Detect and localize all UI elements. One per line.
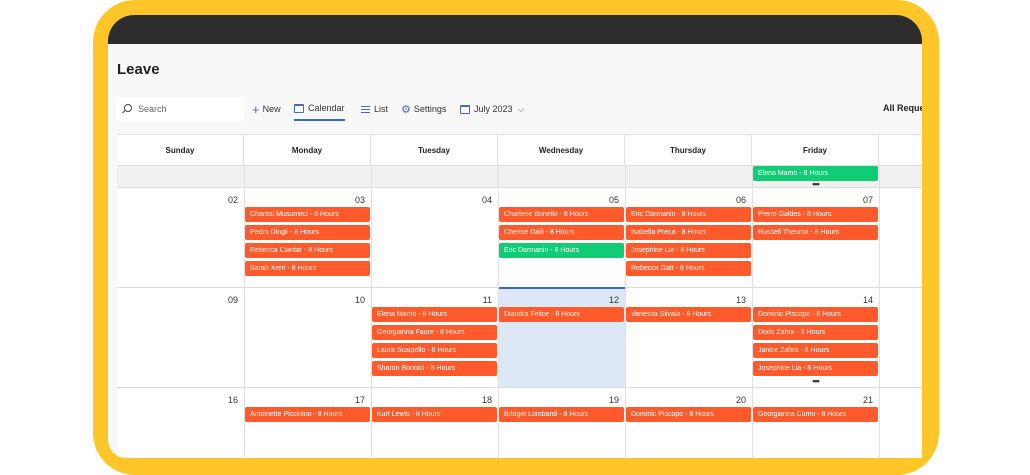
leave-event[interactable]: Vanessa Silvala - 8 Hours — [626, 307, 751, 322]
more-events-button[interactable]: ••• — [753, 377, 878, 386]
leave-event[interactable]: Kurt Lewis - 8 Hours — [372, 407, 497, 422]
leave-event[interactable]: Antoinette Piccinino - 8 Hours — [245, 407, 370, 422]
leave-event[interactable]: Dominic Piscopo - 8 Hours — [626, 407, 751, 422]
column-divider — [244, 165, 245, 458]
leave-event[interactable]: Dominic Piscopo - 8 Hours — [753, 307, 878, 322]
date-number[interactable]: 12 — [599, 295, 619, 305]
date-number[interactable]: 06 — [726, 195, 746, 205]
leave-event[interactable]: Elena Mamo - 8 Hours — [372, 307, 497, 322]
day-header-tuesday: Tuesday — [371, 135, 498, 165]
leave-event[interactable]: Laura Scalpello - 8 Hours — [372, 343, 497, 358]
date-number[interactable]: 13 — [726, 295, 746, 305]
leave-event[interactable]: Eric Darmanin - 8 Hours — [499, 243, 624, 258]
leave-event[interactable]: Janice Zahra - 8 Hours — [753, 343, 878, 358]
calendar-icon — [460, 104, 470, 114]
date-number[interactable]: 03 — [345, 195, 365, 205]
column-divider — [879, 165, 880, 458]
gear-icon: ⚙ — [401, 103, 411, 116]
date-number[interactable]: 14 — [853, 295, 873, 305]
day-header-sunday: Sunday — [117, 135, 244, 165]
command-bar: Search + New Calendar List ⚙ Settings Ju… — [108, 95, 922, 127]
date-number[interactable]: 10 — [345, 295, 365, 305]
day-header-friday: Friday — [752, 135, 879, 165]
month-label: July 2023 — [474, 104, 513, 114]
date-number[interactable]: 09 — [218, 295, 238, 305]
month-selector[interactable]: July 2023 ⌵ — [460, 97, 524, 121]
date-number[interactable]: 19 — [599, 395, 619, 405]
list-label: List — [374, 104, 389, 114]
leave-event[interactable]: Charlene Bonello - 8 Hours — [499, 207, 624, 222]
column-divider — [371, 165, 372, 458]
leave-event[interactable]: Rebecca Gatt - 8 Hours — [626, 261, 751, 276]
day-header-monday: Monday — [244, 135, 371, 165]
leave-event[interactable]: Russell Theuma - 8 Hours — [753, 225, 878, 240]
calendar-grid: Sunday Monday Tuesday Wednesday Thursday Frid… — [117, 134, 922, 458]
leave-event[interactable]: Eric Darmanin - 8 Hours — [626, 207, 751, 222]
search-icon — [122, 104, 132, 114]
leave-event[interactable]: Sharon Bonnici - 8 Hours — [372, 361, 497, 376]
date-number[interactable]: 02 — [218, 195, 238, 205]
tab-calendar[interactable]: Calendar — [294, 97, 345, 121]
calendar-label: Calendar — [308, 103, 345, 113]
day-header-wednesday: Wednesday — [498, 135, 625, 165]
leave-event[interactable]: Josephine Lia - 8 Hours — [753, 361, 878, 376]
leave-event[interactable]: Pedro Dingli - 8 Hours — [245, 225, 370, 240]
leave-event[interactable]: Sarah Xerri - 8 Hours — [245, 261, 370, 276]
settings-label: Settings — [413, 104, 447, 114]
leave-event[interactable]: Doris Zahra - 8 Hours — [753, 325, 878, 340]
column-divider — [752, 165, 753, 458]
date-number[interactable]: 16 — [218, 395, 238, 405]
column-divider — [498, 165, 499, 458]
week-divider — [117, 187, 922, 188]
column-divider — [625, 165, 626, 458]
leave-event[interactable]: Georgianna Curmi - 8 Hours — [753, 407, 878, 422]
title-bar — [108, 15, 922, 44]
page-title: Leave — [117, 61, 160, 78]
search-placeholder: Search — [138, 104, 167, 114]
view-filter[interactable]: All Reques — [883, 103, 922, 113]
leave-event[interactable]: Chantal Musumeci - 8 Hours — [245, 207, 370, 222]
leave-event[interactable]: Rebecca Ciantar - 8 Hours — [245, 243, 370, 258]
week-divider — [117, 387, 922, 388]
calendar-icon — [294, 103, 304, 113]
app-window: Leave Search + New Calendar List ⚙ Setti… — [108, 15, 922, 458]
date-number[interactable]: 07 — [853, 195, 873, 205]
search-input[interactable]: Search — [116, 97, 244, 121]
leave-event[interactable]: Cherise Dalli - 8 Hours — [499, 225, 624, 240]
tab-list[interactable]: List — [361, 97, 388, 121]
leave-event[interactable]: Josephine Lia - 8 Hours — [626, 243, 751, 258]
date-number[interactable]: 11 — [472, 295, 492, 305]
day-header-thursday: Thursday — [625, 135, 752, 165]
new-button[interactable]: + New — [252, 97, 281, 121]
date-number[interactable]: 04 — [472, 195, 492, 205]
date-number[interactable]: 21 — [853, 395, 873, 405]
leave-event[interactable]: Diandra Felice - 8 Hours — [499, 307, 624, 322]
leave-event[interactable]: Georgianna Faure - 8 Hours — [372, 325, 497, 340]
chevron-down-icon: ⌵ — [517, 103, 525, 114]
leave-event[interactable]: Pierre Galdes - 8 Hours — [753, 207, 878, 222]
leave-event[interactable]: Isabella Preca - 8 Hours — [626, 225, 751, 240]
leave-event[interactable]: Bridget Lombardi - 8 Hours — [499, 407, 624, 422]
date-number[interactable]: 18 — [472, 395, 492, 405]
date-number[interactable]: 05 — [599, 195, 619, 205]
settings-button[interactable]: ⚙ Settings — [401, 97, 446, 121]
plus-icon: + — [252, 101, 260, 117]
list-icon — [361, 105, 370, 113]
new-label: New — [262, 104, 281, 114]
date-number[interactable]: 17 — [345, 395, 365, 405]
date-number[interactable]: 20 — [726, 395, 746, 405]
